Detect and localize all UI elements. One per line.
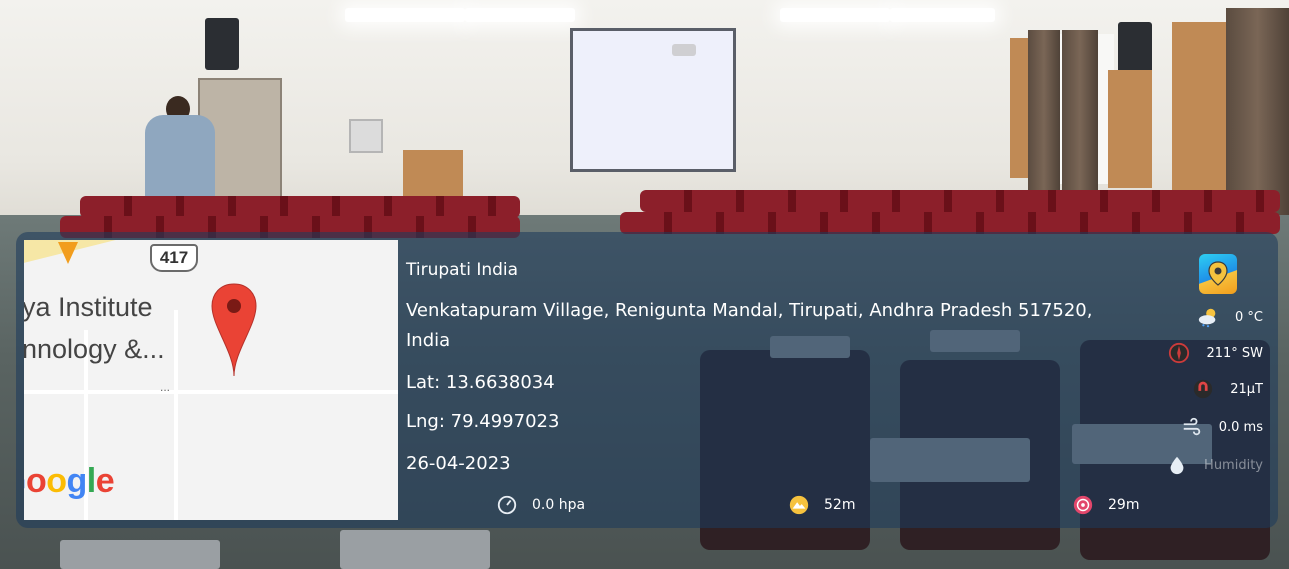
app-pin-icon	[1208, 261, 1228, 286]
map-ellipsis: ...	[160, 380, 171, 394]
route-shield: 417	[150, 244, 198, 272]
temperature-value: 0 °C	[1235, 309, 1263, 325]
location-pin-icon	[211, 283, 257, 377]
chair-row	[80, 196, 520, 218]
accuracy-item: 29m	[1072, 494, 1139, 516]
speaker	[205, 18, 239, 70]
humidity-drop-icon	[1170, 456, 1184, 475]
wind-direction-row: 211° SW	[1168, 342, 1263, 364]
chair-row	[620, 212, 1280, 234]
magnetic-row: 21μT	[1192, 378, 1263, 400]
cloud-sun-icon	[1198, 308, 1216, 328]
address-line-2: India	[406, 330, 451, 351]
pressure-item: 0.0 hpa	[496, 494, 585, 516]
curtain	[1226, 8, 1289, 218]
temperature-row: 0 °C	[1197, 306, 1263, 328]
wooden-panel	[403, 150, 463, 202]
wooden-panel	[1108, 70, 1152, 188]
wind-direction-value: 211° SW	[1206, 345, 1263, 361]
curtain	[1062, 30, 1098, 190]
altitude-icon	[789, 495, 809, 515]
ceiling-light	[780, 8, 890, 22]
wind-speed-row: 0.0 ms	[1181, 416, 1263, 438]
city-country: Tirupati India	[406, 260, 519, 280]
desk	[60, 540, 220, 569]
curtain	[1028, 30, 1060, 190]
google-logo-letter: e	[95, 462, 115, 500]
altitude-value: 52m	[824, 497, 856, 513]
map-thumbnail[interactable]: 417 ya Institute nnology &... ... Google	[24, 240, 398, 520]
map-place-label: nnology &...	[24, 334, 165, 364]
altitude-item: 52m	[788, 494, 855, 516]
chair-row	[640, 190, 1280, 212]
ceiling-light	[345, 8, 465, 22]
gps-map-camera-icon[interactable]	[1199, 254, 1237, 294]
projector	[672, 44, 696, 56]
wind-icon	[1183, 417, 1200, 436]
ceiling-light	[465, 8, 575, 22]
magnet-icon	[1194, 379, 1213, 399]
date: 26-04-2023	[406, 453, 511, 474]
compass-icon	[1169, 342, 1190, 364]
speaker	[1118, 22, 1152, 74]
latitude: Lat: 13.6638034	[406, 372, 555, 393]
accuracy-value: 29m	[1108, 497, 1140, 513]
switch-board	[349, 119, 383, 153]
google-logo-letter: g	[66, 462, 88, 500]
humidity-label: Humidity	[1204, 457, 1263, 473]
accuracy-target-icon	[1073, 495, 1093, 515]
google-logo: Google	[24, 462, 115, 501]
wind-speed-value: 0.0 ms	[1218, 419, 1263, 435]
poi-marker-icon	[58, 242, 78, 264]
projector-screen	[570, 28, 736, 172]
ceiling-light	[890, 8, 995, 22]
map-road	[174, 390, 398, 394]
google-logo-letter: l	[86, 462, 96, 500]
longitude: Lng: 79.4997023	[406, 411, 560, 432]
map-road	[24, 390, 174, 394]
humidity-row: Humidity	[1166, 454, 1263, 476]
desk	[340, 530, 490, 569]
google-logo-letter: o	[25, 462, 47, 500]
magnetic-value: 21μT	[1230, 381, 1263, 397]
wooden-panel	[1172, 22, 1232, 194]
map-road	[174, 310, 178, 520]
pressure-value: 0.0 hpa	[532, 497, 586, 513]
address-line-1: Venkatapuram Village, Renigunta Mandal, …	[406, 300, 1093, 321]
google-logo-letter: o	[46, 462, 67, 500]
map-place-label: ya Institute	[24, 292, 153, 322]
pressure-gauge-icon	[497, 495, 517, 515]
